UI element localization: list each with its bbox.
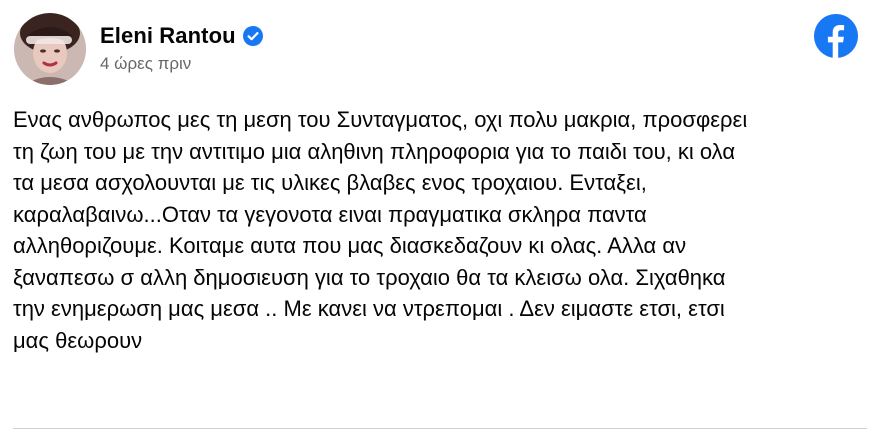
avatar-photo: [14, 13, 86, 85]
facebook-logo-icon[interactable]: [814, 14, 858, 58]
author-row: Eleni Rantou: [100, 22, 263, 50]
facebook-post-card: Eleni Rantou 4 ώρες πριν Ενας ανθρωπος μ…: [0, 0, 880, 435]
post-timestamp[interactable]: 4 ώρες πριν: [100, 54, 191, 74]
verified-badge-icon: [242, 26, 263, 46]
avatar[interactable]: [14, 13, 86, 85]
author-name[interactable]: Eleni Rantou: [100, 23, 236, 49]
post-body-text: Ενας ανθρωπος μες τη μεση του Συνταγματο…: [13, 107, 748, 353]
post-divider: [13, 428, 867, 429]
